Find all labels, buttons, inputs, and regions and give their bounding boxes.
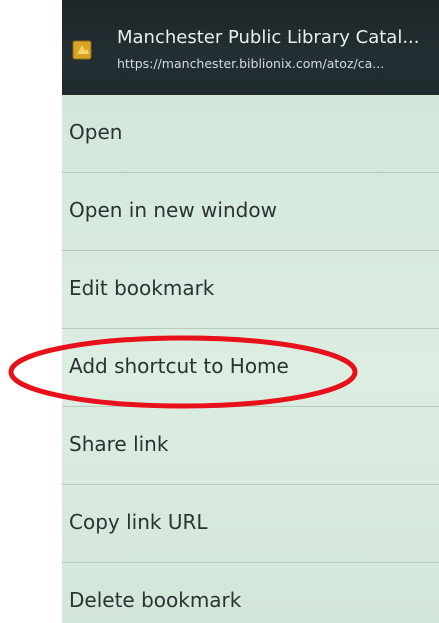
dialog-header: Manchester Public Library Catal... https… xyxy=(62,0,439,95)
bookmark-icon xyxy=(72,40,92,60)
menu-item-label: Delete bookmark xyxy=(69,588,242,612)
dialog-title: Manchester Public Library Catal... xyxy=(117,27,420,48)
menu-item-delete-bookmark[interactable]: Delete bookmark xyxy=(62,563,439,623)
menu-item-copy-link-url[interactable]: Copy link URL xyxy=(62,485,439,563)
context-menu-screen: Manchester Public Library Catal... https… xyxy=(62,0,439,623)
menu-item-edit-bookmark[interactable]: Edit bookmark xyxy=(62,251,439,329)
dialog-url: https://manchester.biblionix.com/atoz/ca… xyxy=(117,56,385,71)
menu-item-add-shortcut-home[interactable]: Add shortcut to Home xyxy=(62,329,439,407)
menu-item-label: Open xyxy=(69,120,123,144)
menu-item-label: Copy link URL xyxy=(69,510,208,534)
context-menu: Open Open in new window Edit bookmark Ad… xyxy=(62,95,439,623)
menu-item-share-link[interactable]: Share link xyxy=(62,407,439,485)
menu-item-open-new-window[interactable]: Open in new window xyxy=(62,173,439,251)
menu-item-label: Share link xyxy=(69,432,169,456)
menu-item-label: Edit bookmark xyxy=(69,276,215,300)
menu-item-label: Add shortcut to Home xyxy=(69,354,289,378)
menu-item-label: Open in new window xyxy=(69,198,277,222)
menu-item-open[interactable]: Open xyxy=(62,95,439,173)
